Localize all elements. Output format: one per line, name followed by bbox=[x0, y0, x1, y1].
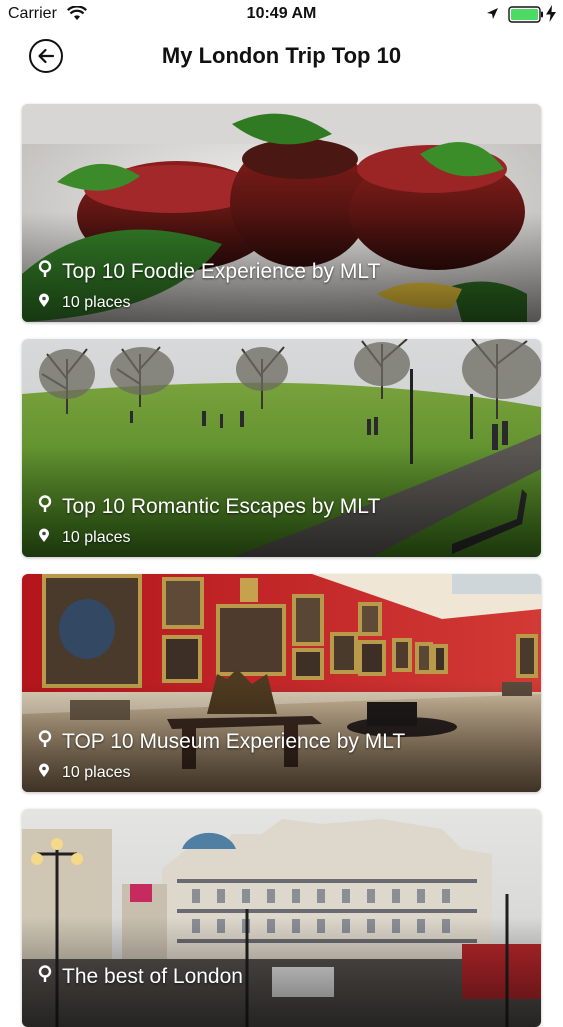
list-title-row: The best of London bbox=[38, 965, 243, 989]
map-pin-icon bbox=[38, 260, 52, 284]
map-pin-icon bbox=[38, 763, 50, 783]
status-time: 10:49 AM bbox=[246, 5, 317, 22]
list-title: Top 10 Romantic Escapes by MLT bbox=[62, 495, 381, 518]
map-pin-icon bbox=[38, 293, 50, 313]
list-title: TOP 10 Museum Experience by MLT bbox=[62, 730, 406, 753]
list-count-row: 10 places bbox=[38, 763, 131, 783]
battery-icon bbox=[508, 6, 544, 28]
list-card-best-of-london[interactable]: The best of London bbox=[22, 809, 541, 1027]
list-count-row: 10 places bbox=[38, 293, 131, 313]
list-count: 10 places bbox=[62, 294, 131, 311]
list-card-foodie[interactable]: Top 10 Foodie Experience by MLT 10 place… bbox=[22, 104, 541, 322]
list-title-row: TOP 10 Museum Experience by MLT bbox=[38, 730, 405, 754]
list-title: Top 10 Foodie Experience by MLT bbox=[62, 260, 381, 283]
map-pin-icon bbox=[38, 528, 50, 548]
page-title: My London Trip Top 10 bbox=[161, 43, 402, 68]
list-title-row: Top 10 Foodie Experience by MLT bbox=[38, 260, 380, 284]
nav-header: My London Trip Top 10 bbox=[0, 30, 563, 90]
list-count: 10 places bbox=[62, 529, 131, 546]
list-title: The best of London bbox=[62, 965, 243, 988]
map-pin-icon bbox=[38, 965, 52, 989]
status-bar: Carrier 10:49 AM bbox=[0, 0, 563, 30]
map-pin-icon bbox=[38, 495, 52, 519]
list-card-museum[interactable]: TOP 10 Museum Experience by MLT 10 place… bbox=[22, 574, 541, 792]
list-title-row: Top 10 Romantic Escapes by MLT bbox=[38, 495, 380, 519]
list-count: 10 places bbox=[62, 764, 131, 781]
map-pin-icon bbox=[38, 730, 52, 754]
list-card-romantic[interactable]: Top 10 Romantic Escapes by MLT 10 places bbox=[22, 339, 541, 557]
list-count-row: 10 places bbox=[38, 528, 131, 548]
location-arrow-icon bbox=[486, 7, 499, 25]
charging-icon bbox=[546, 5, 556, 27]
